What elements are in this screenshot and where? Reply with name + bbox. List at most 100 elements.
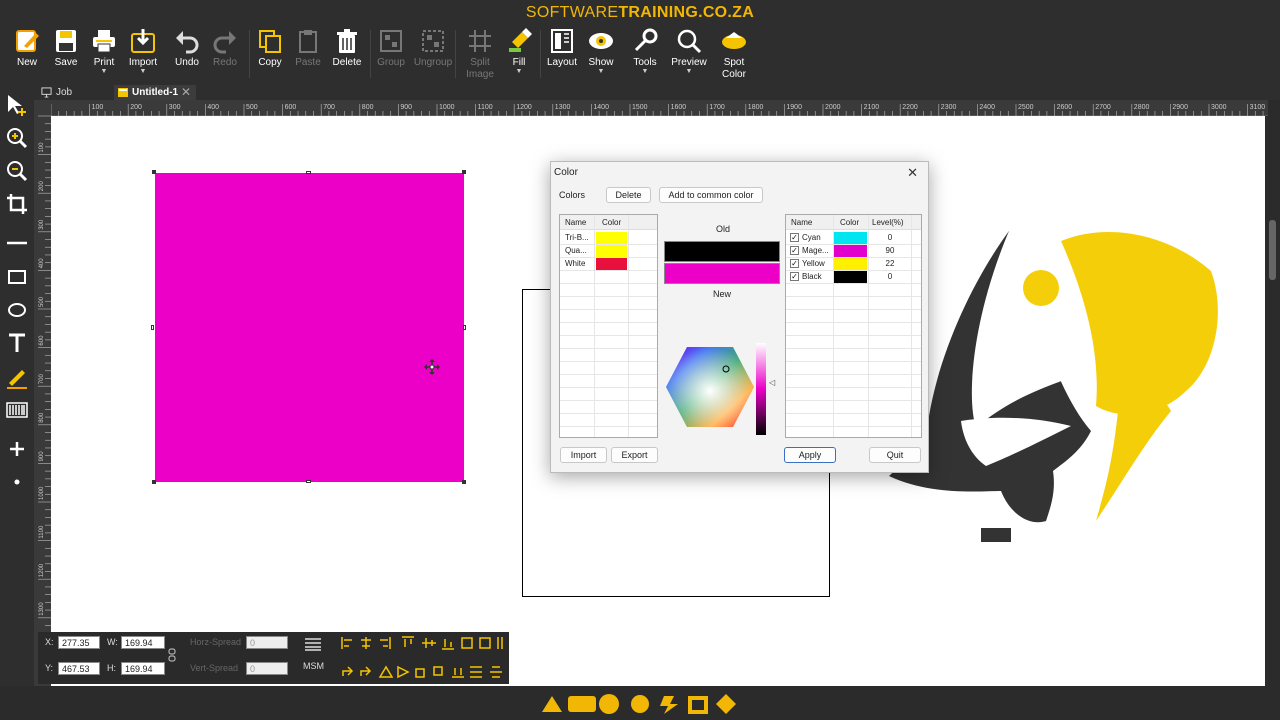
import-colors-button[interactable]: Import [560, 447, 607, 463]
width-field[interactable]: 169.94 [121, 636, 165, 649]
tools-button[interactable]: Tools ▼ [623, 26, 667, 75]
document-icon [118, 88, 128, 97]
selection-handle[interactable] [462, 170, 466, 174]
color-swatch [834, 232, 867, 244]
fill-button[interactable]: Fill ▼ [497, 26, 541, 75]
vertical-scrollbar[interactable] [1265, 116, 1280, 686]
ink-checkbox[interactable]: ✓ [790, 246, 799, 255]
chevron-down-icon: ▼ [597, 68, 605, 75]
grid-line [560, 335, 657, 336]
selection-handle[interactable] [306, 480, 311, 483]
selection-handle[interactable] [152, 480, 156, 484]
select-arrow-icon[interactable] [4, 92, 30, 118]
ink-level-table: Name Color Level(%) ✓ Cyan 0 ✓ Mage... 9… [785, 214, 922, 438]
split-image-button[interactable]: Split Image [458, 26, 502, 81]
grid-line [786, 413, 921, 414]
selection-handle[interactable] [306, 171, 311, 174]
delete-button[interactable]: Delete [325, 26, 369, 69]
grid-line [786, 296, 921, 297]
grid-line [560, 426, 657, 427]
horz-spread-field[interactable]: 0 [246, 636, 288, 649]
slider-pointer-icon[interactable]: ◁ [769, 378, 775, 387]
old-color-swatch [664, 241, 780, 262]
group-button[interactable]: Group [369, 26, 413, 69]
ruler-label: 1900 [786, 104, 802, 111]
chevron-down-icon: ▼ [515, 68, 523, 75]
ink-checkbox[interactable]: ✓ [790, 259, 799, 268]
ruler-label: 1000 [439, 104, 455, 111]
tab-job-manager[interactable]: Job manager [38, 85, 112, 113]
show-button[interactable]: Show ▼ [579, 26, 623, 75]
grid-line [560, 244, 657, 245]
y-label: Y: [45, 663, 54, 673]
document-tabs: Job manager Untitled-1 ✕ [34, 84, 1280, 113]
selection-handle[interactable] [463, 325, 466, 330]
grid-line [560, 361, 657, 362]
bottom-brand-bar [0, 686, 1280, 720]
ruler-label: 100 [92, 104, 104, 111]
import-button[interactable]: Import ▼ [121, 26, 165, 75]
ink-checkbox[interactable]: ✓ [790, 272, 799, 281]
transform-icons-row[interactable] [340, 664, 506, 680]
print-button[interactable]: Print ▼ [82, 26, 126, 75]
export-colors-button[interactable]: Export [611, 447, 658, 463]
align-lines-icon[interactable] [304, 637, 322, 651]
barcode-tool-icon[interactable] [4, 397, 30, 423]
redo-icon [213, 31, 236, 54]
crop-icon[interactable] [4, 191, 30, 217]
text-tool-icon[interactable] [4, 330, 30, 356]
align-icons-row[interactable] [340, 635, 506, 651]
ruler-label: 1000 [39, 486, 45, 500]
scrollbar-thumb[interactable] [1269, 220, 1276, 280]
grid-line [560, 309, 657, 310]
delete-color-button[interactable]: Delete [606, 187, 651, 203]
magenta-square[interactable] [155, 173, 464, 482]
lock-ratio-icon[interactable] [168, 648, 176, 662]
point-tool-icon[interactable] [4, 469, 30, 495]
pen-tool-icon[interactable] [4, 364, 30, 390]
close-tab-icon[interactable]: ✕ [179, 85, 193, 99]
fill-icon [509, 28, 532, 52]
layout-button[interactable]: Layout [540, 26, 584, 69]
grid-line [560, 348, 657, 349]
paste-button[interactable]: Paste [286, 26, 330, 69]
x-field[interactable]: 277.35 [58, 636, 100, 649]
ink-checkbox[interactable]: ✓ [790, 233, 799, 242]
ungroup-button[interactable]: Ungroup [411, 26, 455, 69]
ungroup-icon [422, 30, 444, 52]
print-icon [93, 30, 115, 53]
ruler-label: 100 [39, 142, 45, 153]
line-tool-icon[interactable] [4, 230, 30, 256]
color-hexagon-picker[interactable] [664, 345, 756, 429]
add-to-common-color-button[interactable]: Add to common color [659, 187, 763, 203]
ruler-label: 1100 [478, 104, 493, 111]
zoom-in-icon[interactable] [4, 125, 30, 151]
ruler-label: 2400 [979, 104, 995, 111]
height-field[interactable]: 169.94 [121, 662, 165, 675]
main-toolbar: New Save Print ▼ Import ▼ Undo Redo Copy [0, 26, 1280, 84]
rectangle-tool-icon[interactable] [4, 264, 30, 290]
grid-line [786, 322, 921, 323]
apply-button[interactable]: Apply [784, 447, 836, 463]
redo-button[interactable]: Redo [203, 26, 247, 69]
preview-button[interactable]: Preview ▼ [667, 26, 711, 75]
vert-spread-field[interactable]: 0 [246, 662, 288, 675]
color-swatch [834, 245, 867, 257]
close-icon[interactable]: ✕ [907, 165, 918, 181]
new-button[interactable]: New [5, 26, 49, 69]
ellipse-tool-icon[interactable] [4, 297, 30, 323]
grid-line [786, 283, 921, 284]
spot-color-button[interactable]: Spot Color [712, 26, 756, 81]
selection-handle[interactable] [152, 170, 156, 174]
column-header-name: Name [791, 218, 813, 227]
zoom-out-icon[interactable] [4, 158, 30, 184]
quit-button[interactable]: Quit [869, 447, 921, 463]
add-icon[interactable] [4, 436, 30, 462]
y-field[interactable]: 467.53 [58, 662, 100, 675]
selection-handle[interactable] [462, 480, 466, 484]
ruler-label: 900 [400, 104, 412, 111]
grid-line [560, 400, 657, 401]
brightness-slider[interactable] [756, 343, 766, 435]
selection-handle[interactable] [151, 325, 154, 330]
x-label: X: [45, 637, 54, 647]
